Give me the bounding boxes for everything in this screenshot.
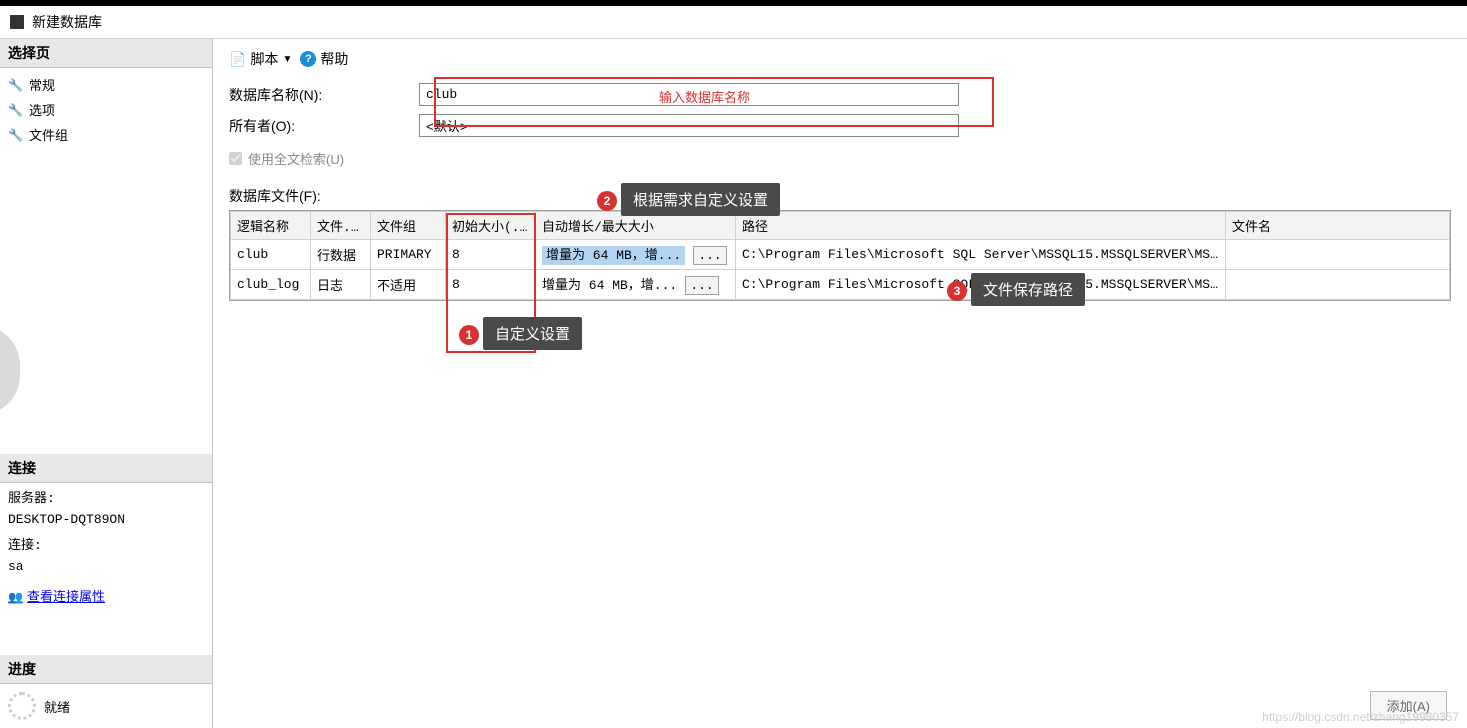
cell-group[interactable]: PRIMARY <box>371 240 446 270</box>
col-filegroup[interactable]: 文件组 <box>371 212 446 240</box>
grid-row[interactable]: club 行数据 PRIMARY 8 增量为 64 MB，增... ... C:… <box>231 240 1450 270</box>
cell-filename[interactable] <box>1226 240 1450 270</box>
cell-group[interactable]: 不适用 <box>371 270 446 300</box>
annotation-badge-3: 3 <box>947 281 967 301</box>
view-props-text: 查看连接属性 <box>27 588 105 609</box>
script-icon: 📄 <box>229 51 246 68</box>
sidebar-item-general[interactable]: 🔧 常规 <box>0 72 212 97</box>
main-panel: 📄 脚本 ▼ ? 帮助 输入数据库名称 数据库名称(N): 所有者(O): <box>213 39 1467 728</box>
server-label: 服务器: <box>8 489 204 510</box>
files-label: 数据库文件(F): <box>229 186 1451 206</box>
script-label: 脚本 <box>250 49 278 69</box>
help-icon: ? <box>300 51 316 67</box>
grid-row[interactable]: club_log 日志 不适用 8 增量为 64 MB，增... ... C:\… <box>231 270 1450 300</box>
script-button[interactable]: 📄 脚本 ▼ <box>229 49 292 69</box>
ellipsis-button[interactable]: ... <box>693 246 727 265</box>
progress-status: 就绪 <box>44 697 70 716</box>
cell-name[interactable]: club <box>231 240 311 270</box>
wrench-icon: 🔧 <box>8 128 23 142</box>
annotation-badge-2: 2 <box>597 191 617 211</box>
annotation-badge-1: 1 <box>459 325 479 345</box>
dbname-label: 数据库名称(N): <box>229 85 419 105</box>
connection-header: 连接 <box>0 454 212 483</box>
annotation-bubble-2: 根据需求自定义设置 <box>621 183 780 216</box>
files-grid[interactable]: 逻辑名称 文件... 文件组 初始大小(... 自动增长/最大大小 路径 文件名… <box>229 210 1451 301</box>
progress-header: 进度 <box>0 655 212 684</box>
watermark: https://blog.csdn.net/zhang19980357 <box>1262 710 1459 724</box>
cell-growth[interactable]: 增量为 64 MB，增... ... <box>536 240 736 270</box>
titlebar: 新建数据库 <box>0 6 1467 39</box>
annotation-input-hint: 输入数据库名称 <box>659 87 750 106</box>
database-icon <box>10 15 24 29</box>
cell-type[interactable]: 日志 <box>311 270 371 300</box>
grid-header-row: 逻辑名称 文件... 文件组 初始大小(... 自动增长/最大大小 路径 文件名 <box>231 212 1450 240</box>
annotation-bubble-3: 文件保存路径 <box>971 273 1085 306</box>
cell-filename[interactable] <box>1226 270 1450 300</box>
wrench-icon: 🔧 <box>8 103 23 117</box>
owner-input[interactable] <box>419 114 959 137</box>
sidebar: 选择页 🔧 常规 🔧 选项 🔧 文件组 连接 服务器: DESKTOP-DQT8… <box>0 39 213 728</box>
annotation-bubble-1: 自定义设置 <box>483 317 582 350</box>
sidebar-item-filegroups[interactable]: 🔧 文件组 <box>0 122 212 147</box>
server-value: DESKTOP-DQT89ON <box>8 510 204 531</box>
fulltext-checkbox <box>229 152 242 165</box>
sidebar-label: 文件组 <box>29 125 68 144</box>
col-logical-name[interactable]: 逻辑名称 <box>231 212 311 240</box>
ellipsis-button[interactable]: ... <box>685 276 719 295</box>
fulltext-label: 使用全文检索(U) <box>248 149 344 168</box>
cell-name[interactable]: club_log <box>231 270 311 300</box>
col-path[interactable]: 路径 <box>736 212 1226 240</box>
cell-size[interactable]: 8 <box>446 240 536 270</box>
cell-growth[interactable]: 增量为 64 MB，增... ... <box>536 270 736 300</box>
cell-path[interactable]: C:\Program Files\Microsoft SQL Server\MS… <box>736 240 1226 270</box>
conn-value: sa <box>8 557 204 578</box>
col-filename[interactable]: 文件名 <box>1226 212 1450 240</box>
col-file-type[interactable]: 文件... <box>311 212 371 240</box>
cell-type[interactable]: 行数据 <box>311 240 371 270</box>
sidebar-label: 选项 <box>29 100 55 119</box>
conn-label: 连接: <box>8 536 204 557</box>
sidebar-item-options[interactable]: 🔧 选项 <box>0 97 212 122</box>
chevron-down-icon: ▼ <box>282 54 292 65</box>
owner-label: 所有者(O): <box>229 116 419 136</box>
view-connection-link[interactable]: 👥 查看连接属性 <box>8 588 105 609</box>
wrench-icon: 🔧 <box>8 78 23 92</box>
decorative-arc <box>0 325 20 415</box>
spinner-icon <box>8 692 36 720</box>
pages-header: 选择页 <box>0 39 212 68</box>
help-button[interactable]: ? 帮助 <box>300 49 348 69</box>
help-label: 帮助 <box>320 49 348 69</box>
window-title: 新建数据库 <box>32 12 102 32</box>
people-icon: 👥 <box>8 589 23 608</box>
cell-size[interactable]: 8 <box>446 270 536 300</box>
sidebar-label: 常规 <box>29 75 55 94</box>
col-initial-size[interactable]: 初始大小(... <box>446 212 536 240</box>
